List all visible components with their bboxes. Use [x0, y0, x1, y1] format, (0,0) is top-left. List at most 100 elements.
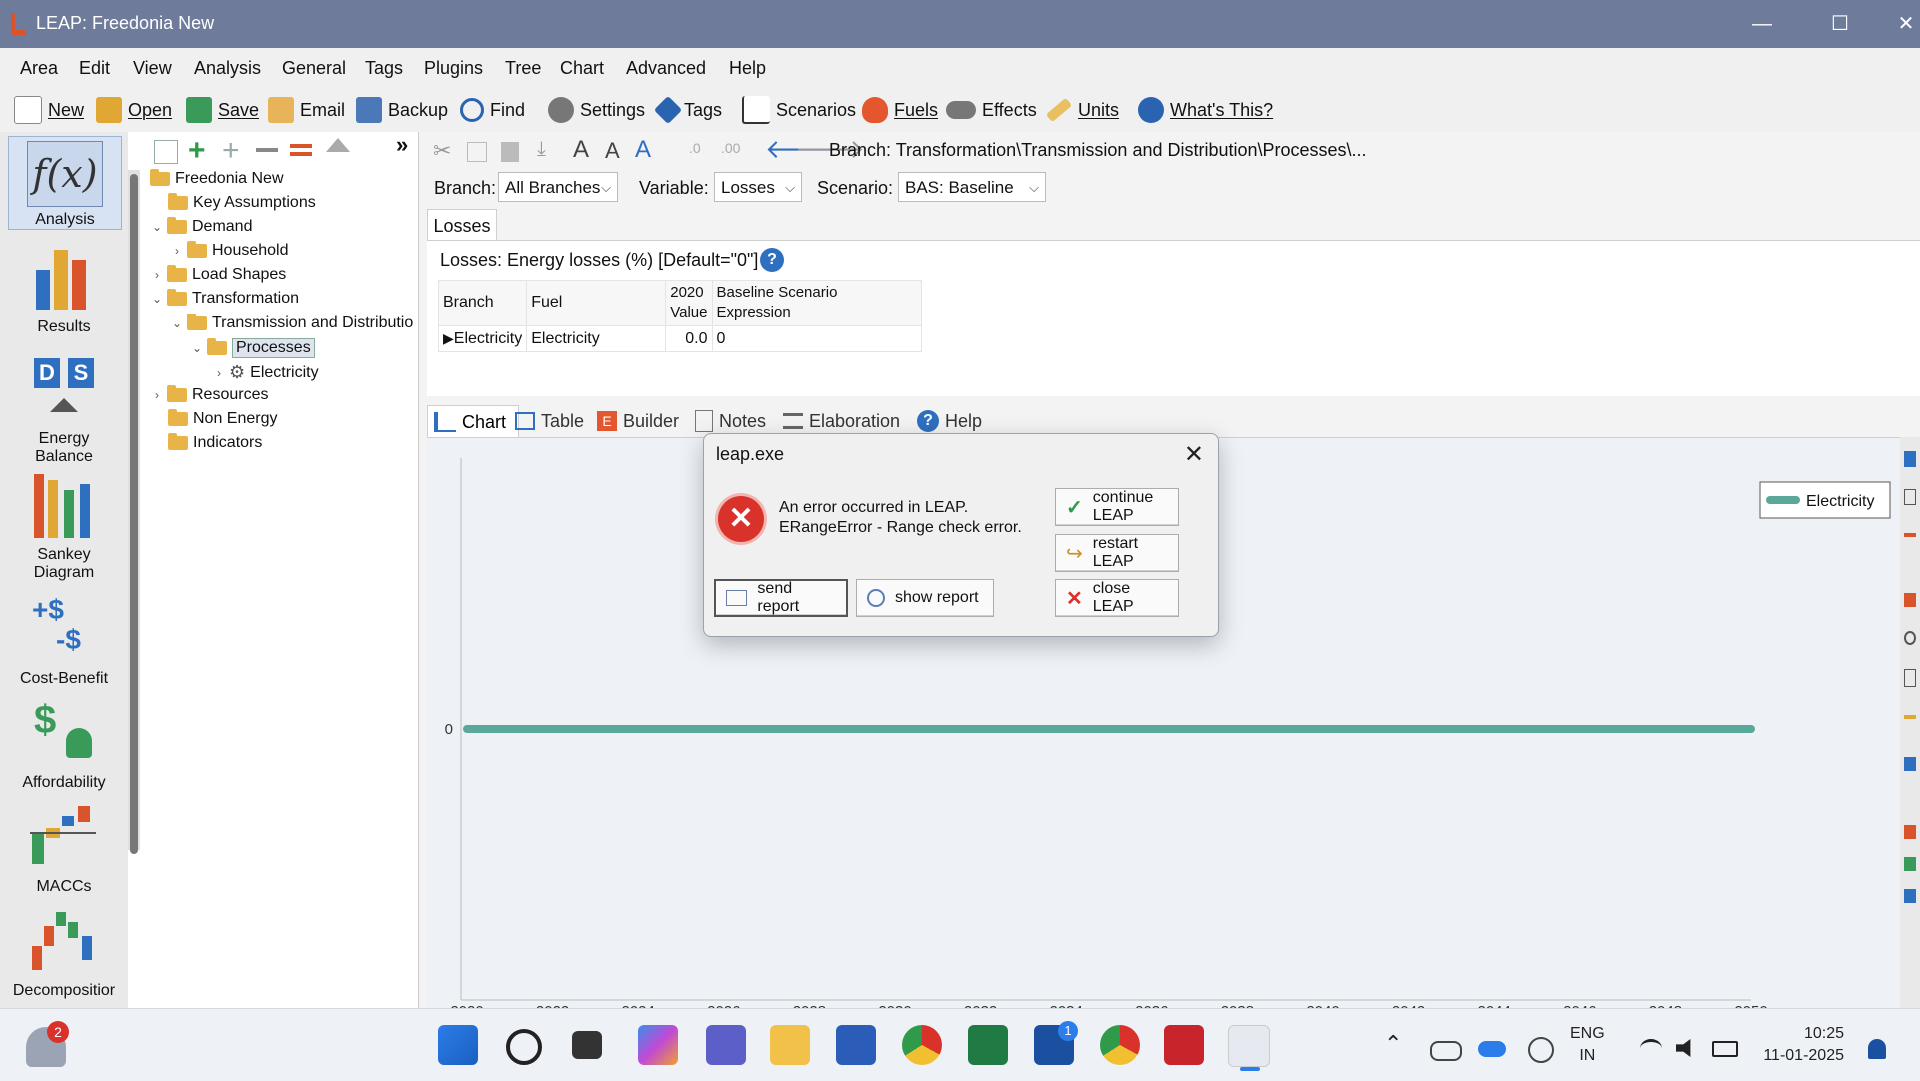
powerpoint-icon[interactable] — [1904, 825, 1916, 839]
menu-area[interactable]: Area — [20, 58, 58, 79]
whats-this-button[interactable]: What's This? — [1138, 94, 1273, 126]
new-button[interactable]: New — [14, 94, 84, 126]
acrobat-icon[interactable] — [1164, 1025, 1204, 1065]
more-tools-icon[interactable]: » — [396, 132, 408, 158]
restart-leap-button[interactable]: ↪ restart LEAP — [1055, 534, 1179, 572]
menu-chart[interactable]: Chart — [560, 58, 604, 79]
cell-fuel[interactable]: Electricity — [526, 325, 667, 352]
clock[interactable]: 10:25 11-01-2025 — [1762, 1023, 1844, 1067]
cell-value[interactable]: 0.0 — [665, 325, 713, 352]
paste-icon[interactable] — [501, 142, 519, 162]
windows-start-icon[interactable] — [438, 1025, 478, 1065]
view-affordability[interactable]: $ Affordability — [4, 698, 124, 792]
tree-node-indicators[interactable]: Indicators — [168, 433, 262, 452]
decimal-increase-icon[interactable]: .0 — [689, 140, 701, 156]
email-button[interactable]: Email — [268, 94, 345, 126]
minimize-button[interactable]: — — [1742, 8, 1782, 40]
tab-builder[interactable]: E Builder — [597, 405, 679, 437]
copy-icon[interactable] — [467, 142, 487, 162]
notification-bell-icon[interactable] — [1868, 1039, 1886, 1059]
menu-view[interactable]: View — [133, 58, 172, 79]
delete-all-icon[interactable] — [290, 144, 312, 148]
variable-select[interactable]: Losses ⌵ — [714, 172, 802, 202]
menu-analysis[interactable]: Analysis — [194, 58, 261, 79]
view-maccs[interactable]: MACCs — [4, 802, 124, 896]
cell-expression[interactable]: 0 — [711, 325, 922, 352]
highlight-icon[interactable] — [1904, 715, 1916, 719]
collapse-icon[interactable]: ⌄ — [172, 316, 182, 330]
maximize-button[interactable]: ☐ — [1820, 8, 1860, 40]
col-2020-value[interactable]: 2020 Value — [665, 280, 713, 326]
collapse-icon[interactable]: ⌄ — [152, 220, 162, 234]
menu-general[interactable]: General — [282, 58, 346, 79]
menu-advanced[interactable]: Advanced — [626, 58, 706, 79]
zoom-icon[interactable] — [1904, 631, 1916, 645]
chrome-profile-icon[interactable] — [1100, 1025, 1140, 1065]
branch-select[interactable]: All Branches ⌵ — [498, 172, 618, 202]
tree-scrollbar[interactable] — [128, 170, 140, 854]
menu-tree[interactable]: Tree — [505, 58, 541, 79]
tree-node-non-energy[interactable]: Non Energy — [168, 409, 278, 428]
sync-icon[interactable] — [1528, 1037, 1554, 1063]
chevron-up-icon[interactable]: ⌃ — [1384, 1031, 1402, 1057]
variable-help-icon[interactable]: ? — [760, 248, 784, 272]
collapse-icon[interactable]: ⌄ — [192, 341, 202, 355]
backup-button[interactable]: Backup — [356, 94, 448, 126]
leap-app-active-icon[interactable] — [1228, 1025, 1270, 1067]
open-button[interactable]: Open — [96, 94, 172, 126]
send-report-button[interactable]: send report — [714, 579, 848, 617]
col-expression[interactable]: Baseline Scenario Expression — [711, 280, 922, 326]
wifi-icon[interactable] — [1640, 1039, 1662, 1058]
find-button[interactable]: Find — [460, 94, 525, 126]
menu-tags[interactable]: Tags — [365, 58, 403, 79]
tree-node-root[interactable]: Freedonia New — [150, 169, 284, 188]
print-icon[interactable] — [1904, 757, 1916, 771]
continue-leap-button[interactable]: ✓ continue LEAP — [1055, 488, 1179, 526]
col-fuel[interactable]: Fuel — [526, 280, 667, 326]
tags-button[interactable]: Tags — [653, 94, 722, 126]
move-up-icon[interactable] — [326, 138, 350, 152]
export-icon[interactable] — [1904, 593, 1916, 607]
tab-chart[interactable]: Chart — [427, 405, 519, 438]
add-child-icon[interactable]: + — [222, 134, 240, 168]
expand-icon[interactable]: › — [214, 366, 224, 380]
line-style-icon[interactable] — [1904, 533, 1916, 537]
view-decomposition[interactable]: Decompositior — [4, 906, 124, 1000]
font-increase-icon[interactable]: A — [573, 136, 589, 164]
delete-branch-icon[interactable] — [256, 148, 278, 152]
settings-button[interactable]: Settings — [548, 94, 645, 126]
excel-icon[interactable] — [968, 1025, 1008, 1065]
teams-icon[interactable] — [706, 1025, 746, 1065]
tab-table[interactable]: Table — [515, 405, 584, 437]
collapse-icon[interactable]: ⌄ — [152, 292, 162, 306]
tree-node-load-shapes[interactable]: › Load Shapes — [152, 265, 286, 284]
tree-node-transformation[interactable]: ⌄ Transformation — [152, 289, 299, 308]
cut-icon[interactable]: ✂ — [433, 138, 451, 164]
decimal-decrease-icon[interactable]: .00 — [721, 140, 740, 156]
battery-icon[interactable] — [1712, 1041, 1738, 1057]
download-icon[interactable]: ⤓ — [537, 138, 546, 161]
table-toggle-icon[interactable] — [1904, 489, 1916, 505]
view-sankey[interactable]: Sankey Diagram — [4, 470, 124, 582]
onedrive-icon[interactable] — [1478, 1041, 1506, 1057]
copilot-icon[interactable] — [638, 1025, 678, 1065]
tree-scroll-thumb[interactable] — [130, 174, 138, 854]
tree-node-transmission-distribution[interactable]: ⌄ Transmission and Distributio — [172, 314, 414, 332]
chart-type-icon[interactable] — [1904, 451, 1916, 467]
table-row[interactable]: ▶Electricity Electricity 0.0 0 — [437, 325, 922, 352]
view-analysis[interactable]: f(x) Analysis — [8, 136, 122, 230]
onedrive-personal-icon[interactable] — [1430, 1041, 1462, 1061]
view-results[interactable]: Results — [4, 242, 124, 336]
tree-node-electricity[interactable]: › ⚙ Electricity — [214, 362, 319, 383]
tree-node-resources[interactable]: › Resources — [152, 385, 268, 404]
scenarios-button[interactable]: Scenarios — [742, 94, 856, 126]
cell-branch[interactable]: ▶Electricity — [437, 325, 528, 352]
word-icon[interactable] — [836, 1025, 876, 1065]
units-button[interactable]: Units — [1045, 94, 1119, 126]
scenario-select[interactable]: BAS: Baseline ⌵ — [898, 172, 1046, 202]
expand-icon[interactable]: › — [152, 268, 162, 282]
chrome-icon[interactable] — [902, 1025, 942, 1065]
tree-node-household[interactable]: › Household — [172, 241, 289, 260]
tree-node-key-assumptions[interactable]: Key Assumptions — [168, 193, 316, 212]
expand-icon[interactable]: › — [172, 244, 182, 258]
